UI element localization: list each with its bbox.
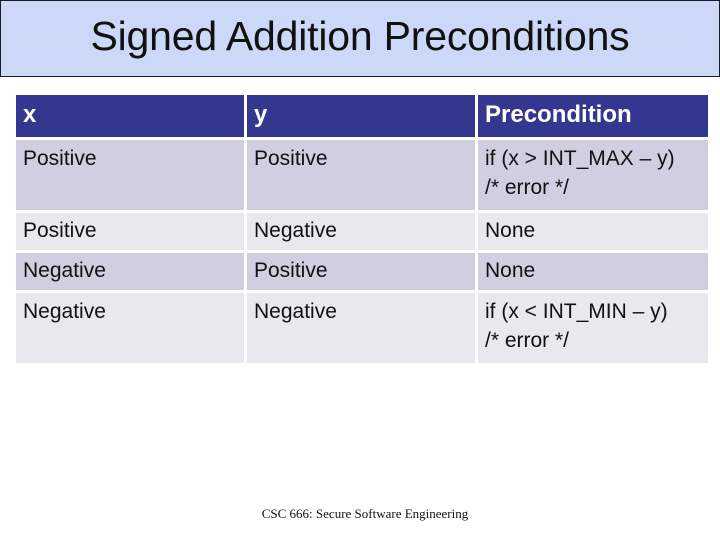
row-4-x: Negative [16,293,244,363]
row-1-precondition: if (x > INT_MAX – y) /* error */ [478,140,708,210]
row-3-precondition: None [478,253,708,290]
row-4-precondition-line2: /* error */ [485,329,570,352]
row-4-precondition: if (x < INT_MIN – y) /* error */ [478,293,708,363]
row-3-y: Positive [247,253,475,290]
row-1-y: Positive [247,140,475,210]
row-1-precondition-line2: /* error */ [485,176,570,199]
slide-title-bar: Signed Addition Preconditions [0,0,720,77]
preconditions-table: x y Precondition Positive Positive if (x… [16,95,708,363]
row-2-y: Negative [247,213,475,250]
row-3-x: Negative [16,253,244,290]
slide-title: Signed Addition Preconditions [90,13,630,59]
row-4-precondition-line1: if (x < INT_MIN – y) [485,300,668,323]
row-4-y: Negative [247,293,475,363]
row-1-x: Positive [16,140,244,210]
row-2-precondition: None [478,213,708,250]
row-1-precondition-line1: if (x > INT_MAX – y) [485,147,675,170]
slide-footer: CSC 666: Secure Software Engineering [261,506,469,521]
header-x: x [16,95,244,137]
header-precondition: Precondition [478,95,708,137]
row-2-x: Positive [16,213,244,250]
header-y: y [247,95,475,137]
